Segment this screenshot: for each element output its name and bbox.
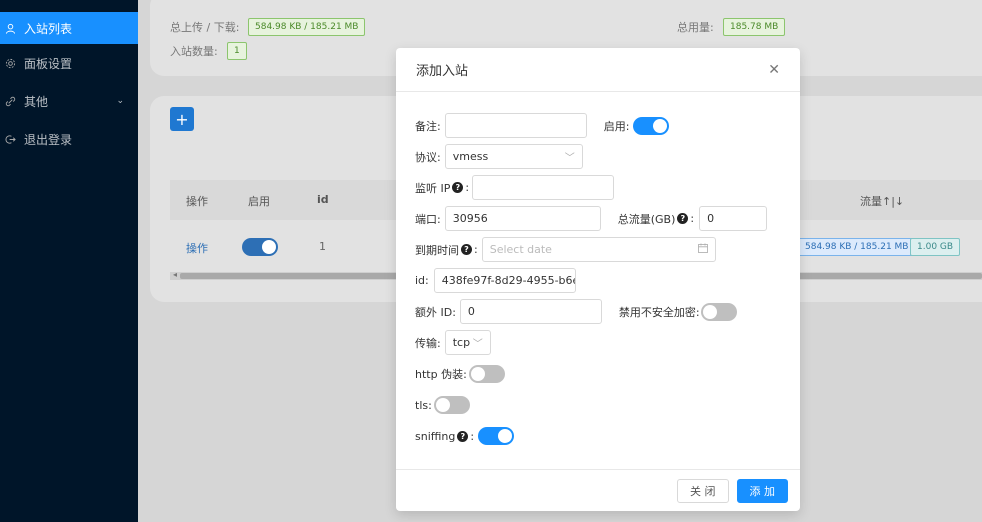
link-icon <box>4 95 16 107</box>
transport-select[interactable]: tcp ﹀ <box>444 330 491 355</box>
remark-input[interactable] <box>444 113 587 138</box>
enable-label: 启用: <box>603 119 630 133</box>
inbound-count-tag: 1 <box>227 42 247 60</box>
sniffing-toggle[interactable] <box>478 427 515 445</box>
user-icon <box>4 22 16 34</box>
chevron-down-icon: ﹀ <box>472 339 483 350</box>
row-enable-toggle[interactable] <box>242 238 278 256</box>
total-usage-label: 总用量: <box>677 21 714 34</box>
remark-label: 备注: <box>415 119 441 133</box>
protocol-row: 协议: vmess ﹀ <box>415 144 583 169</box>
sidebar-item-label: 入站列表 <box>24 21 73 36</box>
row-traffic-tag: 584.98 KB / 185.21 MB <box>798 238 916 256</box>
remark-row: 备注: 启用: <box>415 113 670 138</box>
sidebar-item-label: 退出登录 <box>24 132 73 147</box>
transport-value: tcp <box>452 336 471 349</box>
tls-label: tls: <box>415 398 432 412</box>
http-obfs-toggle[interactable] <box>468 365 505 383</box>
logout-icon <box>4 133 16 145</box>
calendar-icon <box>697 243 708 256</box>
sniffing-label: sniffing <box>415 429 456 443</box>
colon: : <box>465 181 470 194</box>
expiry-label: 到期时间 <box>415 243 459 257</box>
row-ops-link[interactable]: 操作 <box>186 240 208 256</box>
add-inbound-button[interactable]: + <box>170 107 194 131</box>
sidebar-item-other[interactable]: 其他 ⌄ <box>0 82 138 120</box>
sidebar-item-label: 其他 <box>24 94 49 109</box>
close-button[interactable]: 关 闭 <box>677 478 729 503</box>
colon: : <box>470 429 475 443</box>
port-input[interactable]: 30956 <box>444 206 601 231</box>
protocol-value: vmess <box>452 150 489 163</box>
id-label: id: <box>415 274 429 287</box>
listen-ip-label: 监听 IP <box>415 181 451 195</box>
gear-icon <box>4 57 16 69</box>
transport-label: 传输: <box>415 336 441 350</box>
protocol-select[interactable]: vmess ﹀ <box>444 144 583 169</box>
protocol-label: 协议: <box>415 150 441 164</box>
disable-insecure-toggle[interactable] <box>700 302 737 321</box>
alter-id-label: 额外 ID: <box>415 305 456 319</box>
upload-download-tag: 584.98 KB / 185.21 MB <box>248 18 366 36</box>
chevron-down-icon: ﹀ <box>564 153 575 164</box>
chevron-down-icon: ⌄ <box>116 96 124 106</box>
transport-row: 传输: tcp ﹀ <box>415 330 491 355</box>
row-total-tag: 1.00 GB <box>910 238 961 256</box>
help-icon[interactable]: ? <box>677 213 689 224</box>
id-row: id: 438fe97f-8d29-4955-b6e2 <box>415 268 576 293</box>
help-icon[interactable]: ? <box>452 182 464 193</box>
modal-header: 添加入站 ✕ <box>396 48 800 92</box>
add-button[interactable]: 添 加 <box>736 478 788 503</box>
alter-id-input[interactable]: 0 <box>459 299 602 324</box>
port-label: 端口: <box>415 212 441 226</box>
sidebar-item-settings[interactable]: 面板设置 <box>0 44 138 82</box>
help-icon[interactable]: ? <box>461 244 472 255</box>
add-inbound-modal: 添加入站 ✕ 备注: 启用: 协议: vmess ﹀ 监听 IP ? : 端口:… <box>396 48 800 511</box>
header-id: id <box>317 193 329 206</box>
listen-ip-row: 监听 IP ? : <box>415 175 615 200</box>
header-enable: 启用 <box>248 195 270 208</box>
header-ops: 操作 <box>186 195 208 208</box>
disable-insecure-label: 禁用不安全加密: <box>618 305 700 319</box>
inbound-count-label: 入站数量: <box>170 45 218 58</box>
colon: : <box>690 212 695 225</box>
sidebar-item-label: 面板设置 <box>24 56 73 71</box>
tls-toggle[interactable] <box>433 396 470 414</box>
sidebar-item-logout[interactable]: 退出登录 <box>0 120 138 158</box>
sidebar: 入站列表 面板设置 其他 ⌄ 退出登录 <box>0 0 138 522</box>
header-traffic[interactable]: 流量↑|↓ <box>860 193 904 209</box>
total-usage-tag: 185.78 MB <box>723 18 786 36</box>
modal-footer: 关 闭 添 加 <box>396 469 800 511</box>
row-id: 1 <box>319 240 326 253</box>
help-icon[interactable]: ? <box>457 430 469 442</box>
alter-id-row: 额外 ID: 0 禁用不安全加密: <box>415 299 737 324</box>
total-traffic-input[interactable]: 0 <box>699 206 768 231</box>
listen-ip-input[interactable] <box>472 175 615 200</box>
sniffing-row: sniffing ? : <box>415 427 515 445</box>
expiry-row: 到期时间 ? : Select date <box>415 237 716 262</box>
expiry-placeholder: Select date <box>489 243 552 256</box>
http-obfs-row: http 伪装: <box>415 365 505 383</box>
colon: : <box>474 243 478 256</box>
http-obfs-label: http 伪装: <box>415 368 467 381</box>
port-row: 端口: 30956 总流量(GB) ? : 0 <box>415 206 768 231</box>
close-icon[interactable]: ✕ <box>768 62 780 78</box>
sidebar-item-inbounds[interactable]: 入站列表 <box>0 12 138 44</box>
enable-toggle[interactable] <box>633 116 670 135</box>
total-traffic-label: 总流量(GB) <box>617 212 676 226</box>
id-input[interactable]: 438fe97f-8d29-4955-b6e2 <box>433 268 576 293</box>
upload-download-label: 总上传 / 下载: <box>170 21 240 34</box>
scroll-left-icon[interactable]: ◂ <box>173 270 177 279</box>
tls-row: tls: <box>415 396 470 414</box>
expiry-date-picker[interactable]: Select date <box>481 237 716 262</box>
modal-title: 添加入站 <box>416 64 469 79</box>
